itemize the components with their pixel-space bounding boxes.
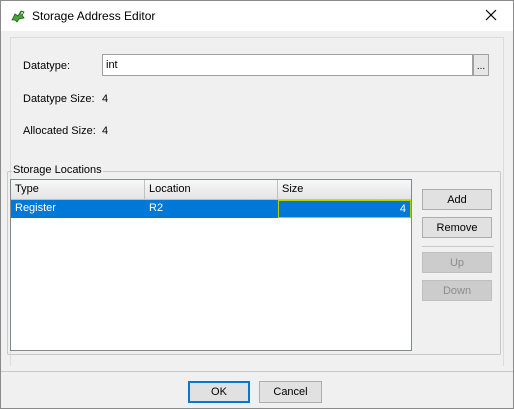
remove-button[interactable]: Remove: [422, 217, 492, 238]
column-header-type[interactable]: Type: [11, 180, 145, 200]
cell-type[interactable]: Register: [11, 200, 145, 218]
up-button[interactable]: Up: [422, 252, 492, 273]
ok-button[interactable]: OK: [188, 381, 250, 403]
button-separator: [422, 246, 494, 247]
cell-location[interactable]: R2: [145, 200, 278, 218]
table-header: Type Location Size: [11, 180, 411, 200]
datatype-label: Datatype:: [23, 60, 71, 72]
title-bar: Storage Address Editor: [1, 1, 513, 31]
cancel-button[interactable]: Cancel: [259, 381, 322, 403]
down-button[interactable]: Down: [422, 280, 492, 301]
column-header-location[interactable]: Location: [145, 180, 278, 200]
dialog-window: Storage Address Editor Datatype: int ...…: [0, 0, 514, 409]
datatype-size-label: Datatype Size:: [23, 93, 95, 105]
add-button[interactable]: Add: [422, 189, 492, 210]
table-row[interactable]: Register R2 4: [11, 200, 411, 218]
storage-locations-title: Storage Locations: [12, 164, 103, 176]
close-icon: [485, 9, 497, 24]
datatype-input[interactable]: int: [102, 54, 473, 76]
column-header-size[interactable]: Size: [278, 180, 411, 200]
browse-datatype-button[interactable]: ...: [473, 54, 489, 76]
dragon-icon: [10, 8, 26, 24]
datatype-size-value: 4: [102, 93, 109, 105]
storage-table[interactable]: Type Location Size Register R2 4: [10, 179, 412, 351]
cell-size-editor[interactable]: 4: [278, 200, 411, 218]
allocated-size-label: Allocated Size:: [23, 125, 96, 137]
allocated-size-value: 4: [102, 125, 109, 137]
close-button[interactable]: [469, 1, 513, 31]
window-title: Storage Address Editor: [32, 9, 156, 23]
footer-divider: [1, 371, 513, 372]
